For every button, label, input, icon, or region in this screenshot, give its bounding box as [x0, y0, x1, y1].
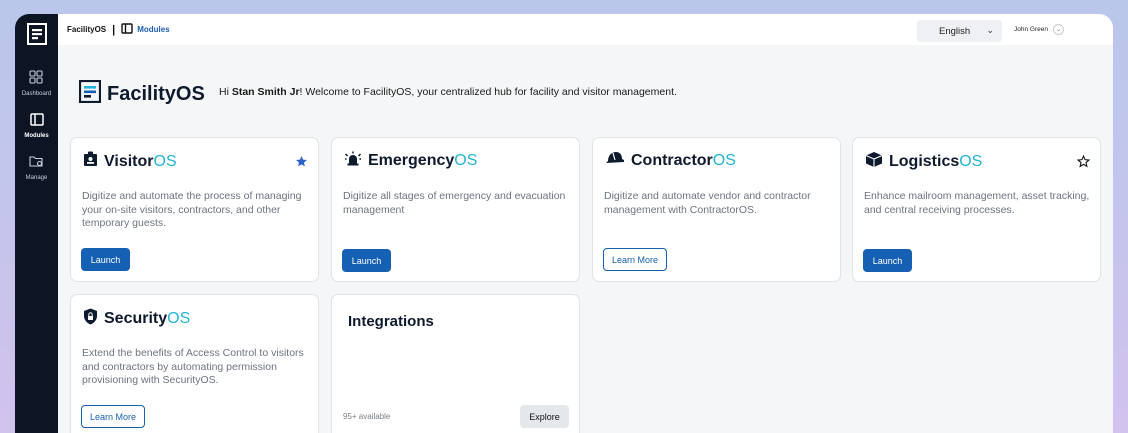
card-title: LogisticsOS: [889, 153, 982, 171]
explore-button[interactable]: Explore: [520, 405, 569, 428]
card-title-suffix: OS: [454, 152, 478, 169]
card-title-name: Visitor: [104, 152, 154, 170]
card-title-name: Emergency: [368, 152, 455, 169]
card-title-name: Security: [104, 310, 168, 327]
learn-more-button[interactable]: Learn More: [603, 248, 667, 271]
welcome-suffix: ! Welcome to FacilityOS, your centralize…: [299, 86, 677, 98]
breadcrumb-separator: |: [112, 23, 116, 36]
card-header: VisitorOS: [83, 151, 177, 172]
alarm-icon: [344, 151, 362, 171]
hard-hat-icon: [605, 151, 625, 170]
card-header: EmergencyOS: [344, 151, 477, 171]
favorite-star-icon[interactable]: [1076, 154, 1091, 173]
user-menu[interactable]: John Green ⌄: [1014, 24, 1064, 35]
card-title-suffix: OS: [712, 151, 736, 169]
sidebar-item-label: Modules: [24, 133, 49, 139]
card-description: Extend the benefits of Access Control to…: [82, 347, 304, 386]
card-header: SecurityOS: [83, 308, 190, 330]
card-description: Enhance mailroom management, asset track…: [864, 190, 1090, 216]
breadcrumb-app[interactable]: FacilityOS: [67, 25, 106, 34]
module-card-emergency: EmergencyOS Digitize all stages of emerg…: [331, 137, 580, 282]
launch-button[interactable]: Launch: [863, 249, 912, 272]
sidebar-item-label: Manage: [25, 175, 48, 181]
breadcrumb-current-label: Modules: [137, 25, 170, 34]
card-title-suffix: OS: [167, 310, 191, 327]
learn-more-button[interactable]: Learn More: [81, 405, 145, 428]
integrations-count: 95+ available: [343, 412, 391, 421]
language-select[interactable]: English ⌄: [917, 20, 1002, 42]
language-value: English: [939, 25, 971, 37]
welcome-message: Hi Stan Smith Jr! Welcome to FacilityOS,…: [219, 86, 677, 98]
chevron-down-icon: ⌄: [986, 25, 994, 35]
package-icon: [865, 151, 883, 173]
module-card-visitor: VisitorOS Digitize and automate the proc…: [70, 137, 319, 282]
module-card-contractor: ContractorOS Digitize and automate vendo…: [592, 137, 841, 282]
launch-button[interactable]: Launch: [81, 248, 130, 271]
favorite-star-icon[interactable]: [295, 155, 308, 173]
card-header: LogisticsOS: [865, 151, 982, 173]
breadcrumb-current: Modules: [121, 23, 170, 36]
card-title: ContractorOS: [631, 152, 736, 170]
page-title: FacilityOS: [107, 82, 205, 105]
card-title: EmergencyOS: [368, 152, 477, 170]
card-title: SecurityOS: [104, 310, 190, 328]
card-title-name: Contractor: [631, 151, 713, 169]
layout-panel-icon: [121, 23, 137, 36]
card-title: Integrations: [348, 313, 434, 330]
sidebar: Dashboard Modules Manage: [15, 14, 58, 433]
main-content: FacilityOS | Modules English ⌄ John Gree…: [58, 14, 1113, 433]
chevron-down-icon: ⌄: [1052, 24, 1064, 35]
sidebar-item-dashboard[interactable]: Dashboard: [22, 70, 51, 97]
layout-panel-icon: [29, 113, 44, 131]
card-title-suffix: OS: [153, 152, 177, 170]
card-title: VisitorOS: [104, 153, 177, 171]
card-title-suffix: OS: [959, 153, 983, 170]
shield-lock-icon: [83, 308, 98, 330]
welcome-prefix: Hi: [219, 86, 232, 98]
card-header: ContractorOS: [605, 151, 736, 170]
facilityos-logo-icon[interactable]: [15, 14, 58, 54]
user-name: John Green: [1014, 26, 1048, 33]
welcome-user-name: Stan Smith Jr: [231, 86, 300, 98]
grid-icon: [29, 70, 44, 89]
sidebar-item-modules[interactable]: Modules: [24, 113, 49, 139]
sidebar-item-manage[interactable]: Manage: [25, 155, 48, 181]
facilityos-logo-icon: [78, 79, 102, 108]
module-card-security: SecurityOS Extend the benefits of Access…: [70, 294, 319, 433]
hero-header: FacilityOS: [78, 79, 205, 108]
card-description: Digitize all stages of emergency and eva…: [343, 190, 566, 216]
card-description: Digitize and automate the process of man…: [82, 190, 302, 229]
sidebar-item-label: Dashboard: [21, 91, 52, 97]
folder-gear-icon: [29, 155, 44, 173]
card-description: Digitize and automate vendor and contrac…: [604, 190, 811, 216]
launch-button[interactable]: Launch: [342, 249, 391, 272]
integrations-card: Integrations 95+ available Explore: [331, 294, 580, 433]
card-title-name: Logistics: [889, 153, 960, 170]
badge-icon: [83, 151, 98, 172]
module-card-logistics: LogisticsOS Enhance mailroom management,…: [852, 137, 1101, 282]
app-window: Dashboard Modules Manage FacilityOS | Mo…: [15, 14, 1113, 433]
